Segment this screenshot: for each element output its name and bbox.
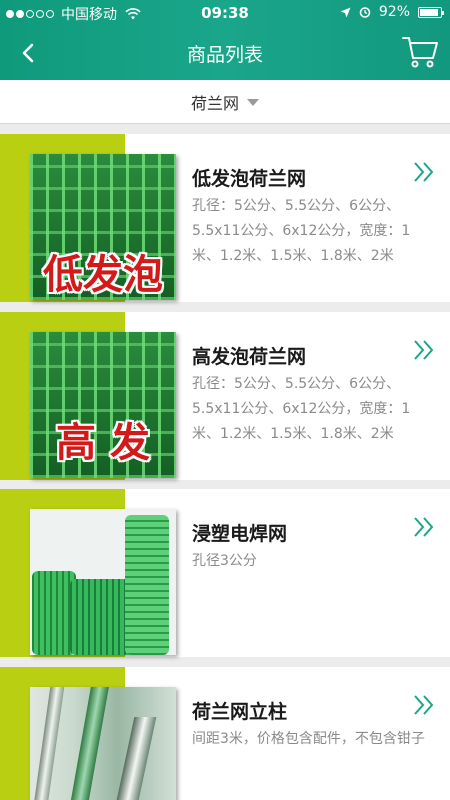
- product-thumbnail: [30, 509, 176, 655]
- alarm-clock-icon: [359, 7, 371, 18]
- double-chevron-right-icon[interactable]: [412, 338, 436, 362]
- mesh-rolls-image: [30, 509, 176, 655]
- location-arrow-icon: [340, 7, 351, 17]
- product-description: 间距3米，价格包含配件，不包含钳子: [192, 731, 425, 747]
- battery-level: [420, 8, 438, 16]
- product-list: 低发泡 低发泡荷兰网 孔径：5公分、5.5公分、6公分、5.5x11公分、6x1…: [0, 124, 450, 800]
- shopping-cart-icon[interactable]: [400, 32, 440, 72]
- product-item[interactable]: 高 发 高发泡荷兰网 孔径：5公分、5.5公分、6公分、5.5x11公分、6x1…: [0, 312, 450, 480]
- thumbnail-caption: 低发泡: [43, 252, 163, 298]
- product-title: 高发泡荷兰网: [192, 346, 307, 368]
- product-description: 孔径：5公分、5.5公分、6公分、5.5x11公分、6x12公分，宽度：1米、1…: [192, 376, 411, 442]
- product-item[interactable]: 荷兰网立柱 间距3米，价格包含配件，不包含钳子: [0, 667, 450, 800]
- product-item[interactable]: 低发泡 低发泡荷兰网 孔径：5公分、5.5公分、6公分、5.5x11公分、6x1…: [0, 134, 450, 302]
- double-chevron-right-icon[interactable]: [412, 693, 436, 717]
- battery-percent: 92%: [378, 4, 410, 20]
- product-item[interactable]: 浸塑电焊网 孔径3公分: [0, 489, 450, 657]
- product-thumbnail: 低发泡: [30, 154, 176, 300]
- product-thumbnail: 高 发: [30, 332, 176, 478]
- product-description: 孔径：5公分、5.5公分、6公分、5.5x11公分、6x12公分，宽度：1米、1…: [192, 198, 411, 264]
- fence-posts-image: [30, 687, 176, 800]
- product-thumbnail: [30, 687, 176, 800]
- double-chevron-right-icon[interactable]: [412, 160, 436, 184]
- green-mesh-image: 高 发: [30, 332, 176, 478]
- green-mesh-image: 低发泡: [30, 154, 176, 300]
- double-chevron-right-icon[interactable]: [412, 515, 436, 539]
- navigation-bar: 商品列表: [0, 26, 450, 80]
- filter-label: 荷兰网: [190, 93, 239, 113]
- top-header: 中国移动 09:38 92% 商品列表: [0, 0, 450, 80]
- product-title: 浸塑电焊网: [192, 523, 288, 545]
- category-filter-dropdown[interactable]: 荷兰网: [0, 80, 450, 124]
- thumbnail-caption: 高 发: [56, 420, 150, 466]
- battery-icon: [418, 6, 444, 18]
- product-title: 荷兰网立柱: [192, 701, 288, 723]
- status-right: 92%: [340, 4, 444, 20]
- page-title: 商品列表: [186, 44, 263, 66]
- caret-down-icon: [247, 99, 259, 106]
- product-description: 孔径3公分: [192, 553, 257, 569]
- product-title: 低发泡荷兰网: [192, 168, 307, 190]
- status-bar: 中国移动 09:38 92%: [0, 0, 450, 26]
